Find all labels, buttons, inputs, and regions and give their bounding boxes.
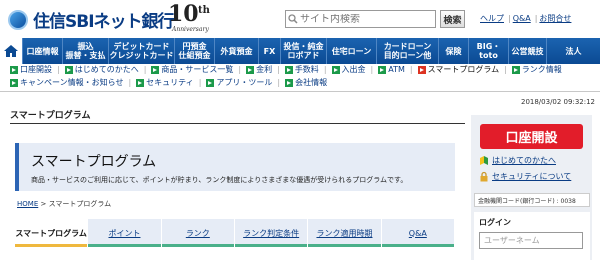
sidebar-link-security[interactable]: セキュリティについて — [479, 171, 571, 182]
help-link[interactable]: ヘルプ — [480, 14, 504, 23]
tab-points[interactable]: ポイント — [88, 219, 162, 247]
sub-nav-row-2: キャンペーン情報・お知らせ | セキュリティ | アプリ・ツール | 会社情報 — [10, 77, 332, 88]
arrow-icon — [206, 78, 215, 87]
nav-insurance[interactable]: 保険 — [438, 38, 468, 64]
arrow-icon — [246, 65, 255, 74]
header: 住信SBIネット銀行 10 th Anniversary 検索 ヘルプ|Q&A|… — [0, 0, 600, 38]
contact-link[interactable]: お問合せ — [539, 14, 571, 23]
program-banner: スマートプログラム 商品・サービスのご利用に応じて、ポイントが貯まり、ランク制度… — [15, 143, 455, 191]
anniversary-number: 10 — [168, 1, 199, 27]
login-box: ログイン ユーザーネーム — [474, 212, 590, 260]
anniversary-logo: 10 th Anniversary — [168, 2, 218, 36]
tab-rank-timing[interactable]: ランク適用時期 — [308, 219, 382, 247]
breadcrumb: HOME > スマートプログラム — [17, 199, 111, 209]
subnav-products[interactable]: 商品・サービス一覧 — [151, 64, 233, 75]
subnav-rank-info[interactable]: ランク情報 — [511, 64, 562, 75]
nav-account-info[interactable]: 口座情報 — [22, 38, 62, 64]
nav-home[interactable] — [0, 38, 22, 64]
login-title: ログイン — [479, 218, 511, 227]
arrow-icon — [64, 65, 73, 74]
arrow-icon — [285, 78, 294, 87]
subnav-interest-rate[interactable]: 金利 — [246, 64, 272, 75]
subnav-atm[interactable]: ATM — [378, 65, 405, 74]
subnav-security[interactable]: セキュリティ — [136, 77, 194, 88]
subnav-beginners[interactable]: はじめてのかたへ — [64, 64, 139, 75]
faq-link[interactable]: Q&A — [513, 14, 531, 23]
bank-code: 金融機関コード(銀行コード) : 0038 — [474, 193, 590, 207]
current-datetime: 2018/03/02 09:32:12 — [520, 98, 595, 106]
arrow-icon — [151, 65, 160, 74]
subnav-smart-program[interactable]: スマートプログラム — [417, 64, 499, 75]
program-tabs: スマートプログラム ポイント ランク ランク判定条件 ランク適用時期 Q&A — [15, 219, 455, 247]
tab-rank-criteria[interactable]: ランク判定条件 — [234, 219, 309, 247]
lock-icon — [480, 171, 488, 182]
nav-housing-loan[interactable]: 住宅ローン — [326, 38, 376, 64]
username-input[interactable]: ユーザーネーム — [479, 232, 583, 249]
nav-debit-credit-card[interactable]: デビットカード クレジットカード — [108, 38, 174, 64]
home-icon — [4, 45, 18, 57]
logo-text: 住信SBIネット銀行 — [33, 12, 175, 32]
right-sidebar: 口座開設 はじめてのかたへ セキュリティについて 金融機関コード(銀行コード) … — [471, 115, 592, 260]
sub-nav-row-1: 口座開設 | はじめてのかたへ | 商品・サービス一覧 | 金利 | 手数料 | 入出金 |… — [10, 64, 567, 75]
arrow-icon — [284, 65, 293, 74]
nav-yen-deposit[interactable]: 円預金 仕組預金 — [174, 38, 214, 64]
arrow-icon — [136, 78, 145, 87]
nav-card-loan[interactable]: カードローン 目的ローン他 — [376, 38, 438, 64]
global-nav: 口座情報 振込 振替・支払 デビットカード クレジットカード 円預金 仕組預金 … — [0, 38, 600, 64]
nav-foreign-deposit[interactable]: 外貨預金 — [214, 38, 258, 64]
subnav-open-account[interactable]: 口座開設 — [10, 64, 52, 75]
sidebar-links: はじめてのかたへ セキュリティについて — [479, 155, 571, 187]
subnav-company-info[interactable]: 会社情報 — [285, 77, 327, 88]
search-input[interactable] — [300, 13, 434, 25]
banner-description: 商品・サービスのご利用に応じて、ポイントが貯まり、ランク制度によりさまざまな優遇… — [31, 176, 408, 184]
nav-investment[interactable]: 投信・純金 ロボアド — [280, 38, 326, 64]
arrow-icon — [417, 65, 426, 74]
nav-big-toto[interactable]: BIG・toto — [468, 38, 508, 64]
open-account-button[interactable]: 口座開設 — [480, 124, 583, 149]
sub-nav: 口座開設 | はじめてのかたへ | 商品・サービス一覧 | 金利 | 手数料 | 入出金 |… — [10, 64, 575, 89]
arrow-icon — [511, 65, 520, 74]
sidebar-link-beginners[interactable]: はじめてのかたへ — [479, 155, 571, 166]
nav-public-racing[interactable]: 公営競技 — [508, 38, 546, 64]
nav-fx[interactable]: FX — [258, 38, 280, 64]
breadcrumb-current: スマートプログラム — [48, 200, 112, 208]
arrow-icon — [10, 65, 18, 74]
banner-title: スマートプログラム — [31, 154, 157, 170]
subnav-campaign[interactable]: キャンペーン情報・お知らせ — [10, 77, 123, 88]
divider — [0, 91, 600, 92]
subnav-fees[interactable]: 手数料 — [284, 64, 319, 75]
anniversary-label: Anniversary — [172, 26, 209, 33]
nav-transfer[interactable]: 振込 振替・支払 — [62, 38, 108, 64]
tab-rank[interactable]: ランク — [161, 219, 235, 247]
subnav-app-tools[interactable]: アプリ・ツール — [206, 77, 272, 88]
logo-mark-icon — [8, 9, 28, 30]
search-icon — [286, 14, 300, 24]
tab-smart-program[interactable]: スマートプログラム — [15, 219, 89, 247]
tab-faq[interactable]: Q&A — [381, 219, 455, 247]
anniversary-suffix: th — [198, 5, 210, 16]
search-button[interactable]: 検索 — [440, 10, 465, 28]
subnav-deposit-withdraw[interactable]: 入出金 — [331, 64, 366, 75]
arrow-icon — [10, 78, 18, 87]
nav-corporate[interactable]: 法人 — [546, 38, 600, 64]
header-links: ヘルプ | Q&A | お問合せ — [480, 14, 572, 23]
arrow-icon — [378, 65, 387, 74]
breadcrumb-home[interactable]: HOME — [17, 200, 38, 208]
logo[interactable]: 住信SBIネット銀行 — [8, 7, 175, 32]
page-title: スマートプログラム — [10, 111, 91, 121]
breadcrumb-separator: > — [40, 200, 47, 208]
search-box — [285, 10, 436, 28]
title-rule — [10, 123, 465, 124]
beginner-leaf-icon — [480, 156, 488, 165]
arrow-icon — [331, 65, 340, 74]
